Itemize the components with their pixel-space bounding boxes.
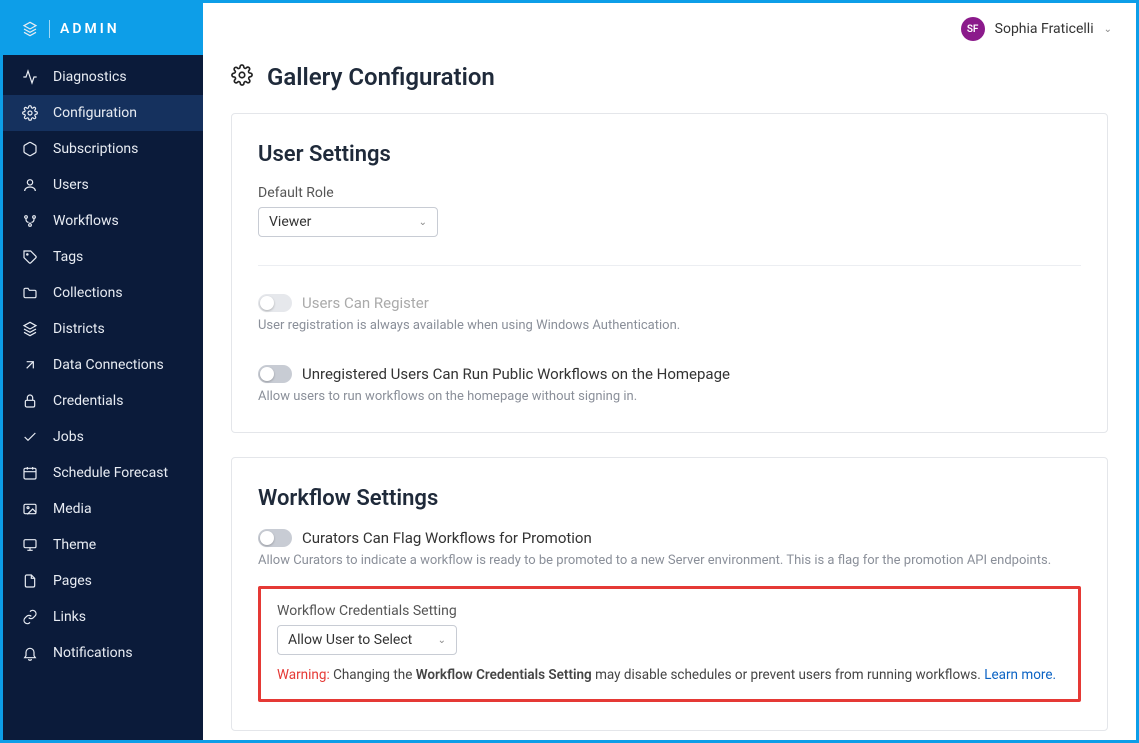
gear-icon: [231, 64, 253, 90]
layers-icon: [21, 20, 39, 38]
user-name[interactable]: Sophia Fraticelli: [995, 21, 1094, 37]
unregistered-users-help: Allow users to run workflows on the home…: [258, 389, 1081, 404]
sidebar-item-label: Theme: [53, 537, 96, 553]
page-title-row: Gallery Configuration: [231, 63, 1108, 91]
sidebar-item-media[interactable]: Media: [3, 491, 203, 527]
curators-flag-toggle[interactable]: [258, 529, 292, 547]
curators-flag-label: Curators Can Flag Workflows for Promotio…: [302, 529, 592, 547]
default-role-label: Default Role: [258, 185, 1081, 201]
sidebar-item-links[interactable]: Links: [3, 599, 203, 635]
sidebar-item-label: Subscriptions: [53, 141, 138, 157]
chevron-down-icon: ⌄: [419, 217, 427, 228]
workflow-settings-card: Workflow Settings Curators Can Flag Work…: [231, 457, 1108, 731]
credentials-highlight-box: Workflow Credentials Setting Allow User …: [258, 586, 1081, 702]
sidebar-item-subscriptions[interactable]: Subscriptions: [3, 131, 203, 167]
chevron-down-icon: ⌄: [438, 635, 446, 646]
workflow-credentials-value: Allow User to Select: [288, 632, 412, 648]
workflow-credentials-label: Workflow Credentials Setting: [277, 603, 1062, 619]
avatar[interactable]: SF: [961, 17, 985, 41]
folder-icon: [21, 284, 39, 302]
lock-icon: [21, 392, 39, 410]
sidebar-item-label: Notifications: [53, 645, 133, 661]
sidebar-item-label: Users: [53, 177, 89, 193]
sidebar-item-configuration[interactable]: Configuration: [3, 95, 203, 131]
topbar: SF Sophia Fraticelli ⌄: [203, 3, 1136, 55]
sidebar-item-label: Tags: [53, 249, 83, 265]
divider: [258, 265, 1081, 266]
sidebar-header: ADMIN: [3, 3, 203, 55]
flow-icon: [21, 212, 39, 230]
sidebar-item-theme[interactable]: Theme: [3, 527, 203, 563]
monitor-icon: [21, 536, 39, 554]
warning-text-2: may disable schedules or prevent users f…: [592, 667, 984, 683]
user-icon: [21, 176, 39, 194]
workflow-credentials-select[interactable]: Allow User to Select ⌄: [277, 625, 457, 655]
sidebar-item-label: Configuration: [53, 105, 137, 121]
image-icon: [21, 500, 39, 518]
box-icon: [21, 140, 39, 158]
curators-flag-help: Allow Curators to indicate a workflow is…: [258, 553, 1081, 568]
sidebar-item-credentials[interactable]: Credentials: [3, 383, 203, 419]
bell-icon: [21, 644, 39, 662]
unregistered-users-toggle[interactable]: [258, 365, 292, 383]
sidebar-item-label: Jobs: [53, 429, 84, 445]
divider: [49, 20, 50, 38]
sidebar-item-label: Districts: [53, 321, 105, 337]
sidebar-item-label: Links: [53, 609, 86, 625]
sidebar-item-label: Pages: [53, 573, 92, 589]
sidebar-item-label: Schedule Forecast: [53, 465, 168, 481]
arrow-up-right-icon: [21, 356, 39, 374]
warning-prefix: Warning:: [277, 667, 330, 683]
activity-icon: [21, 68, 39, 86]
sidebar-item-label: Media: [53, 501, 92, 517]
warning-bold: Workflow Credentials Setting: [416, 667, 592, 683]
sidebar-item-pages[interactable]: Pages: [3, 563, 203, 599]
tag-icon: [21, 248, 39, 266]
sidebar-item-label: Workflows: [53, 213, 119, 229]
sidebar-nav: Diagnostics Configuration Subscriptions Use…: [3, 55, 203, 740]
sidebar-item-workflows[interactable]: Workflows: [3, 203, 203, 239]
learn-more-link[interactable]: Learn more.: [984, 667, 1056, 683]
link-icon: [21, 608, 39, 626]
brand-text: ADMIN: [60, 21, 120, 37]
sidebar-item-jobs[interactable]: Jobs: [3, 419, 203, 455]
sidebar-item-users[interactable]: Users: [3, 167, 203, 203]
sidebar: ADMIN Diagnostics Configuration Subscripti…: [3, 3, 203, 740]
sidebar-item-diagnostics[interactable]: Diagnostics: [3, 59, 203, 95]
unregistered-users-label: Unregistered Users Can Run Public Workfl…: [302, 365, 730, 383]
user-settings-heading: User Settings: [258, 142, 1081, 167]
user-settings-card: User Settings Default Role Viewer ⌄ User…: [231, 113, 1108, 433]
sidebar-item-notifications[interactable]: Notifications: [3, 635, 203, 671]
sidebar-item-schedule-forecast[interactable]: Schedule Forecast: [3, 455, 203, 491]
chevron-down-icon[interactable]: ⌄: [1104, 24, 1112, 35]
page-title: Gallery Configuration: [267, 63, 495, 91]
sidebar-item-label: Data Connections: [53, 357, 164, 373]
calendar-icon: [21, 464, 39, 482]
users-can-register-help: User registration is always available wh…: [258, 318, 1081, 333]
sidebar-item-collections[interactable]: Collections: [3, 275, 203, 311]
sidebar-item-label: Credentials: [53, 393, 123, 409]
layers-icon: [21, 320, 39, 338]
credentials-warning: Warning: Changing the Workflow Credentia…: [277, 667, 1062, 683]
gear-icon: [21, 104, 39, 122]
users-can-register-label: Users Can Register: [302, 294, 429, 312]
file-icon: [21, 572, 39, 590]
sidebar-item-districts[interactable]: Districts: [3, 311, 203, 347]
users-can-register-toggle: [258, 294, 292, 312]
workflow-settings-heading: Workflow Settings: [258, 486, 1081, 511]
check-icon: [21, 428, 39, 446]
sidebar-item-label: Collections: [53, 285, 123, 301]
default-role-select[interactable]: Viewer ⌄: [258, 207, 438, 237]
sidebar-item-tags[interactable]: Tags: [3, 239, 203, 275]
warning-text-1: Changing the: [330, 667, 416, 683]
default-role-value: Viewer: [269, 214, 311, 230]
sidebar-item-label: Diagnostics: [53, 69, 127, 85]
sidebar-item-data-connections[interactable]: Data Connections: [3, 347, 203, 383]
main: SF Sophia Fraticelli ⌄ Gallery Configura…: [203, 3, 1136, 740]
